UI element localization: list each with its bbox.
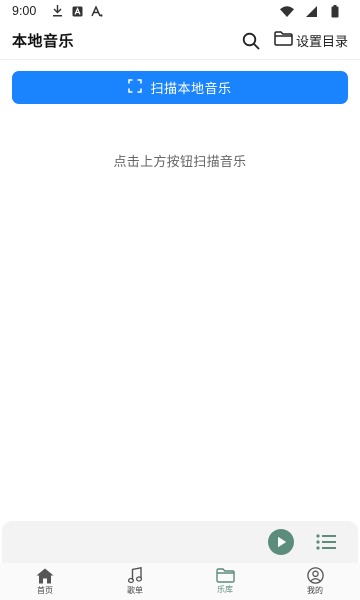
nav-item-home[interactable]: 首页 bbox=[0, 563, 90, 600]
status-time: 9:00 bbox=[12, 4, 37, 18]
profile-icon bbox=[306, 567, 324, 584]
wifi-icon bbox=[280, 4, 294, 18]
nav-label-playlists: 歌单 bbox=[127, 586, 143, 595]
signal-icon bbox=[304, 4, 318, 18]
nav-label-profile: 我的 bbox=[307, 586, 323, 595]
status-bar: 9:00 bbox=[0, 0, 360, 22]
battery-icon bbox=[328, 4, 342, 18]
empty-state-hint: 点击上方按钮扫描音乐 bbox=[113, 155, 247, 170]
set-directory-button[interactable]: 设置目录 bbox=[274, 31, 348, 50]
play-button[interactable] bbox=[268, 529, 294, 555]
scan-local-music-button[interactable]: 扫描本地音乐 bbox=[12, 71, 348, 104]
bottom-navigation: 首页 歌单 乐库 我的 bbox=[0, 563, 360, 600]
folder-outline-icon bbox=[274, 31, 293, 50]
set-directory-label: 设置目录 bbox=[295, 35, 348, 50]
playlist-queue-button[interactable] bbox=[316, 534, 336, 550]
a-box-icon bbox=[70, 4, 84, 18]
mini-player bbox=[2, 521, 358, 563]
play-icon bbox=[276, 536, 287, 548]
nav-item-playlists[interactable]: 歌单 bbox=[90, 563, 180, 600]
nav-label-home: 首页 bbox=[37, 585, 53, 595]
nav-item-library[interactable]: 乐库 bbox=[180, 563, 270, 600]
page-title: 本地音乐 bbox=[12, 32, 75, 50]
nav-label-library: 乐库 bbox=[217, 585, 233, 594]
home-icon bbox=[36, 568, 54, 584]
app-actions: 设置目录 bbox=[242, 31, 348, 50]
folder-icon bbox=[215, 568, 235, 583]
download-icon bbox=[50, 4, 64, 18]
app-bar: 本地音乐 设置目录 bbox=[0, 22, 360, 60]
search-icon[interactable] bbox=[242, 32, 260, 50]
a-text-icon bbox=[90, 4, 104, 18]
list-icon bbox=[316, 534, 336, 550]
scan-frame-icon bbox=[128, 78, 143, 97]
nav-item-profile[interactable]: 我的 bbox=[270, 563, 360, 600]
scan-button-label: 扫描本地音乐 bbox=[150, 82, 232, 97]
music-note-icon bbox=[128, 567, 142, 584]
